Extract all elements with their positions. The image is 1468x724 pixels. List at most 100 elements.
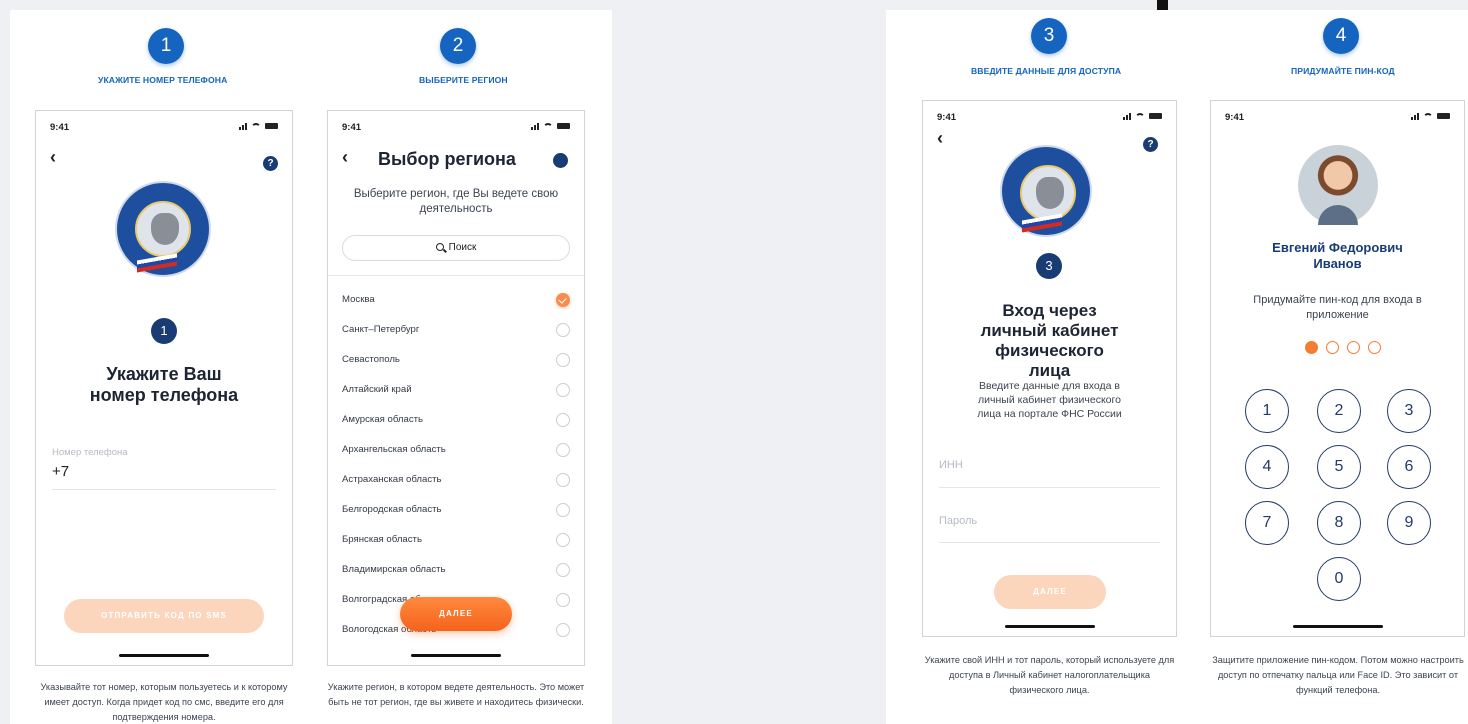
radio-icon[interactable]	[556, 563, 570, 577]
step-4-caption: Защитите приложение пин-кодом. Потом мож…	[1212, 655, 1464, 695]
keypad-key-4[interactable]: 4	[1245, 445, 1289, 489]
screen-heading: Укажите Ваш номер телефона	[89, 364, 239, 405]
step-3-number: 3	[1031, 18, 1067, 54]
phone-field[interactable]: +7	[52, 463, 69, 480]
keypad-key-0[interactable]: 0	[1317, 557, 1361, 601]
status-time: 9:41	[342, 122, 362, 133]
status-icons	[531, 122, 570, 130]
status-bar: 9:41	[937, 112, 1162, 124]
home-indicator	[1292, 625, 1383, 628]
region-item[interactable]: Архангельская область	[342, 435, 570, 465]
status-bar: 9:41	[1225, 112, 1450, 124]
step-2-title: ВЫБЕРИТЕ РЕГИОН	[419, 75, 508, 85]
radio-icon[interactable]	[556, 593, 570, 607]
help-icon[interactable]: ?	[263, 156, 278, 171]
radio-icon[interactable]	[556, 533, 570, 547]
step-1-caption: Указывайте тот номер, которым пользуетес…	[40, 682, 288, 722]
region-item[interactable]: Амурская область	[342, 405, 570, 435]
search-input[interactable]: Поиск	[342, 235, 570, 261]
search-icon	[435, 243, 444, 251]
screen-subtitle: Выберите регион, где Вы ведете свою деят…	[353, 188, 559, 215]
region-item[interactable]: Севастополь	[342, 345, 570, 375]
back-arrow-icon[interactable]: ‹	[50, 148, 66, 166]
status-icons	[1123, 112, 1162, 120]
status-bar: 9:41	[342, 122, 570, 134]
status-time: 9:41	[937, 112, 957, 123]
back-arrow-icon[interactable]: ‹	[342, 148, 358, 166]
keypad-key-1[interactable]: 1	[1245, 389, 1289, 433]
fns-emblem-logo	[115, 181, 211, 277]
signal-icon	[1123, 112, 1131, 120]
step-badge: 3	[1036, 253, 1062, 279]
inn-field[interactable]: ИНН	[939, 459, 963, 471]
radio-icon[interactable]	[556, 353, 570, 367]
radio-icon[interactable]	[556, 443, 570, 457]
pin-dot-empty	[1368, 341, 1381, 354]
pin-dot-empty	[1347, 341, 1360, 354]
keypad-key-9[interactable]: 9	[1387, 501, 1431, 545]
wifi-icon	[1423, 112, 1433, 120]
battery-icon	[265, 123, 278, 129]
next-button[interactable]: ДАЛЕЕ	[994, 575, 1106, 609]
status-bar: 9:41	[50, 122, 278, 134]
keypad-key-8[interactable]: 8	[1317, 501, 1361, 545]
wifi-icon	[251, 122, 261, 130]
radio-checked-icon[interactable]	[556, 293, 570, 307]
step-badge: 1	[151, 318, 177, 344]
step-1-title: УКАЖИТЕ НОМЕР ТЕЛЕФОНА	[98, 75, 228, 85]
signal-icon	[239, 122, 247, 130]
battery-icon	[1149, 113, 1162, 119]
battery-icon	[1437, 113, 1450, 119]
phone-screen-region: 9:41 ‹ Выбор региона Выберите регион, гд…	[327, 110, 585, 666]
signal-icon	[1411, 112, 1419, 120]
region-item[interactable]: Санкт–Петербург	[342, 315, 570, 345]
list-divider	[328, 275, 584, 276]
radio-icon[interactable]	[556, 323, 570, 337]
home-indicator	[119, 654, 209, 657]
left-panel: 1 УКАЖИТЕ НОМЕР ТЕЛЕФОНА 9:41 ‹ ? 1 Укаж…	[10, 10, 612, 724]
region-item[interactable]: Алтайский край	[342, 375, 570, 405]
status-icons	[239, 122, 278, 130]
inn-field-underline	[939, 487, 1160, 488]
radio-icon[interactable]	[556, 623, 570, 637]
keypad-key-3[interactable]: 3	[1387, 389, 1431, 433]
region-item[interactable]: Астраханская область	[342, 465, 570, 495]
keypad-key-5[interactable]: 5	[1317, 445, 1361, 489]
help-icon[interactable]	[553, 153, 568, 168]
password-field[interactable]: Пароль	[939, 515, 977, 527]
step-1-number: 1	[148, 28, 184, 64]
radio-icon[interactable]	[556, 473, 570, 487]
next-button[interactable]: ДАЛЕЕ	[400, 597, 512, 631]
screen-subtitle: Введите данные для входа в личный кабине…	[977, 380, 1122, 420]
send-sms-button[interactable]: ОТПРАВИТЬ КОД ПО SMS	[64, 599, 264, 633]
radio-icon[interactable]	[556, 413, 570, 427]
search-placeholder: Поиск	[448, 242, 477, 253]
phone-field-underline	[52, 489, 276, 490]
status-time: 9:41	[1225, 112, 1245, 123]
radio-icon[interactable]	[556, 503, 570, 517]
region-item[interactable]: Брянская область	[342, 525, 570, 555]
keypad-key-6[interactable]: 6	[1387, 445, 1431, 489]
back-arrow-icon[interactable]: ‹	[937, 129, 953, 147]
wifi-icon	[1135, 112, 1145, 120]
screen-heading: Выбор региона	[378, 149, 516, 169]
step-3-caption: Укажите свой ИНН и тот пароль, который и…	[924, 655, 1175, 695]
radio-icon[interactable]	[556, 383, 570, 397]
screen-heading: Вход через личный кабинет физического ли…	[980, 301, 1119, 380]
phone-field-label: Номер телефона	[52, 447, 128, 458]
fns-emblem-logo	[1000, 145, 1092, 237]
keypad-key-2[interactable]: 2	[1317, 389, 1361, 433]
region-item[interactable]: Москва	[342, 285, 570, 315]
step-3-title: ВВЕДИТЕ ДАННЫЕ ДЛЯ ДОСТУПА	[971, 66, 1122, 76]
step-4-number: 4	[1323, 18, 1359, 54]
status-icons	[1411, 112, 1450, 120]
step-2-caption: Укажите регион, в котором ведете деятель…	[327, 682, 585, 707]
battery-icon	[557, 123, 570, 129]
keypad-key-7[interactable]: 7	[1245, 501, 1289, 545]
region-item[interactable]: Белгородская область	[342, 495, 570, 525]
pin-dot-empty	[1326, 341, 1339, 354]
region-item[interactable]: Владимирская область	[342, 555, 570, 585]
help-icon[interactable]: ?	[1143, 137, 1158, 152]
status-time: 9:41	[50, 122, 70, 133]
pin-dot-filled	[1305, 341, 1318, 354]
